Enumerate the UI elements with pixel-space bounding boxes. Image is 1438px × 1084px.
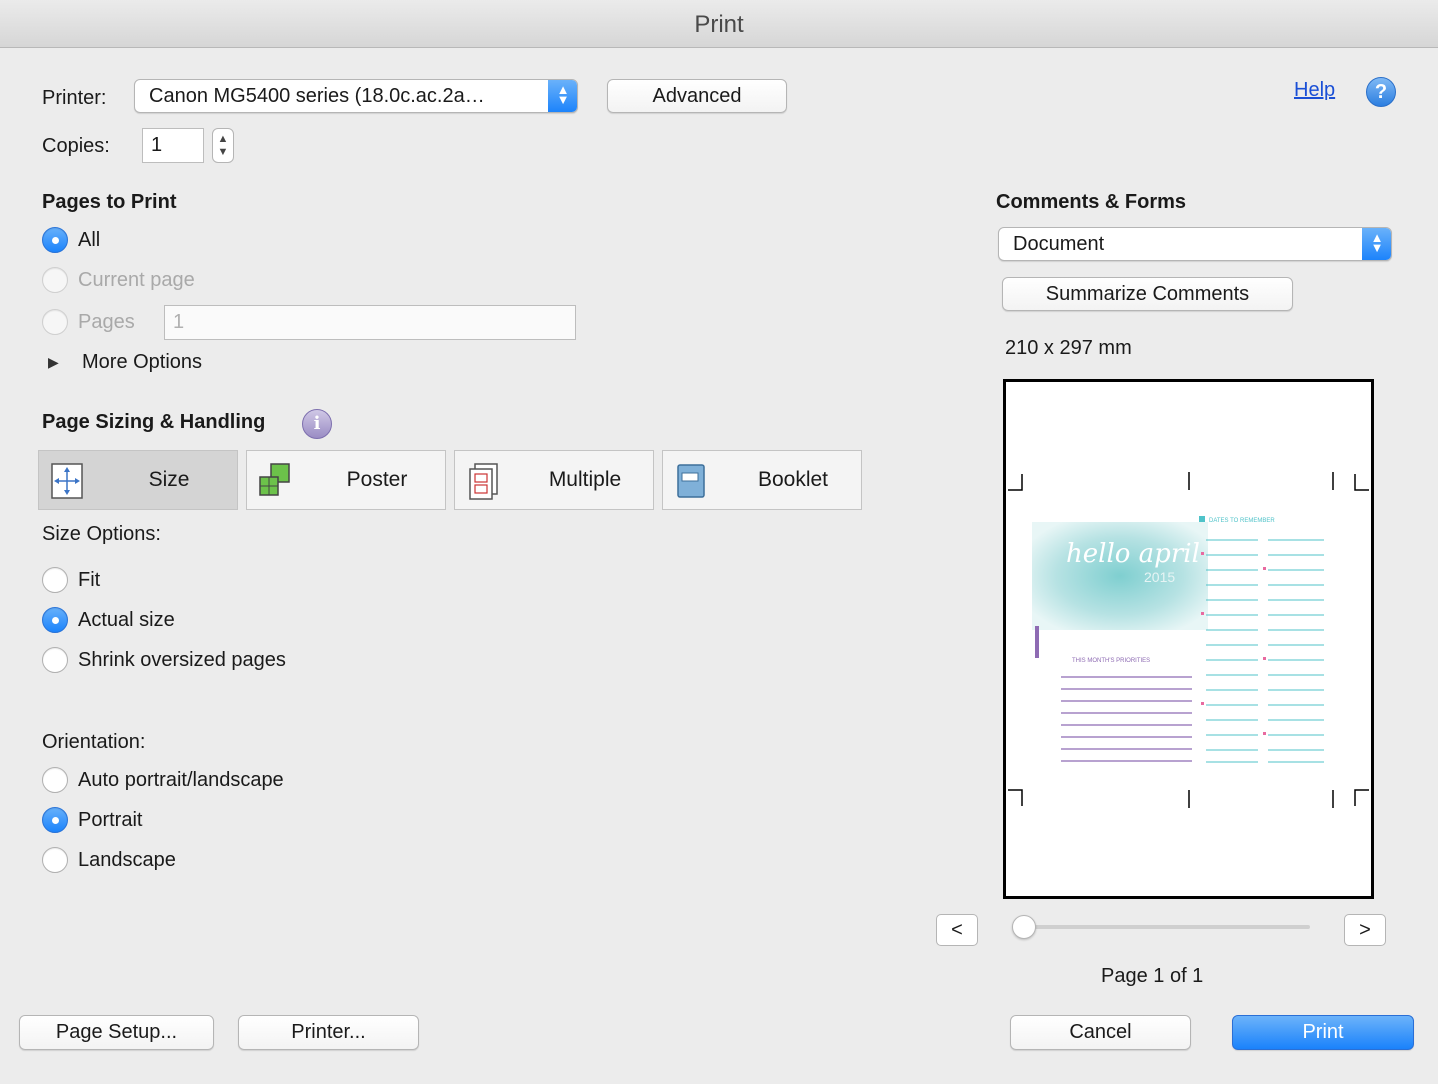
thumb-dates-heading: DATES TO REMEMBER: [1209, 518, 1275, 524]
radio-portrait[interactable]: [42, 807, 68, 833]
printer-label: Printer:: [42, 87, 107, 109]
thumb-year: 2015: [1144, 569, 1175, 585]
printer-select-value: Canon MG5400 series (18.0c.ac.2a…: [149, 85, 485, 107]
radio-portrait-label: Portrait: [78, 809, 143, 831]
comments-forms-value: Document: [1013, 233, 1105, 255]
multiple-mode-button[interactable]: Multiple: [454, 450, 654, 510]
poster-icon: [259, 463, 290, 496]
cancel-button[interactable]: Cancel: [1010, 1015, 1191, 1050]
more-options-toggle[interactable]: More Options: [82, 351, 202, 374]
size-options-label: Size Options:: [42, 523, 161, 545]
radio-all-label: All: [78, 229, 101, 251]
radio-fit-label: Fit: [78, 569, 101, 591]
page-preview: hello april 2015 DATES TO REMEMBER THIS …: [1003, 379, 1374, 899]
pages-range-input[interactable]: 1: [164, 305, 576, 340]
page-slider-knob[interactable]: [1012, 915, 1036, 939]
printer-select[interactable]: Canon MG5400 series (18.0c.ac.2a… ▲ ▼: [134, 79, 578, 113]
select-arrows-icon: ▲ ▼: [1362, 228, 1391, 260]
booklet-mode-label: Booklet: [757, 468, 829, 491]
window-title-bar: Print: [0, 0, 1438, 48]
size-mode-label: Size: [148, 468, 190, 491]
size-mode-button[interactable]: Size: [38, 450, 238, 510]
page-sizing-heading: Page Sizing & Handling: [42, 411, 266, 433]
info-icon[interactable]: i: [302, 409, 332, 439]
printer-button[interactable]: Printer...: [238, 1015, 419, 1050]
radio-landscape[interactable]: [42, 847, 68, 873]
page-slider-track[interactable]: [1015, 925, 1310, 929]
comments-forms-select[interactable]: Document ▲ ▼: [998, 227, 1392, 261]
help-icon[interactable]: ?: [1366, 77, 1396, 107]
previous-page-button[interactable]: <: [936, 914, 978, 946]
summarize-comments-button[interactable]: Summarize Comments: [1002, 277, 1293, 311]
radio-current-page[interactable]: [42, 267, 68, 293]
radio-pages[interactable]: [42, 309, 68, 335]
radio-pages-label: Pages: [78, 311, 135, 333]
booklet-icon: [677, 464, 705, 498]
poster-mode-button[interactable]: Poster: [246, 450, 446, 510]
multiple-icon: [469, 463, 498, 500]
radio-auto-orientation[interactable]: [42, 767, 68, 793]
radio-shrink-oversized-label: Shrink oversized pages: [78, 649, 286, 671]
disclosure-triangle-icon[interactable]: ▶: [48, 354, 59, 371]
copies-input[interactable]: 1: [142, 128, 204, 163]
pages-to-print-heading: Pages to Print: [42, 191, 177, 213]
multiple-mode-label: Multiple: [548, 468, 622, 491]
window-title: Print: [694, 11, 744, 38]
page-status: Page 1 of 1: [1101, 965, 1204, 987]
page-setup-button[interactable]: Page Setup...: [19, 1015, 214, 1050]
orientation-label: Orientation:: [42, 731, 146, 753]
radio-actual-size-label: Actual size: [78, 609, 175, 631]
page-thumbnail: hello april 2015 DATES TO REMEMBER THIS …: [1008, 472, 1369, 808]
paper-size-label: 210 x 297 mm: [1005, 337, 1132, 359]
print-button[interactable]: Print: [1232, 1015, 1414, 1050]
thumb-priorities-heading: THIS MONTH'S PRIORITIES: [1072, 658, 1150, 664]
help-link[interactable]: Help: [1294, 79, 1335, 102]
advanced-button[interactable]: Advanced: [607, 79, 787, 113]
radio-landscape-label: Landscape: [78, 849, 176, 871]
radio-actual-size[interactable]: [42, 607, 68, 633]
radio-auto-orientation-label: Auto portrait/landscape: [78, 769, 284, 791]
radio-current-page-label: Current page: [78, 269, 195, 291]
select-arrows-icon: ▲ ▼: [548, 80, 577, 112]
comments-forms-heading: Comments & Forms: [996, 191, 1187, 213]
booklet-mode-button[interactable]: Booklet: [662, 450, 862, 510]
radio-shrink-oversized[interactable]: [42, 647, 68, 673]
copies-label: Copies:: [42, 135, 110, 157]
thumb-headline: hello april: [1066, 539, 1200, 569]
poster-mode-label: Poster: [346, 468, 408, 491]
radio-all-pages[interactable]: [42, 227, 68, 253]
radio-fit[interactable]: [42, 567, 68, 593]
next-page-button[interactable]: >: [1344, 914, 1386, 946]
copies-stepper[interactable]: ▲ ▼: [212, 128, 234, 163]
size-icon: [51, 463, 83, 499]
